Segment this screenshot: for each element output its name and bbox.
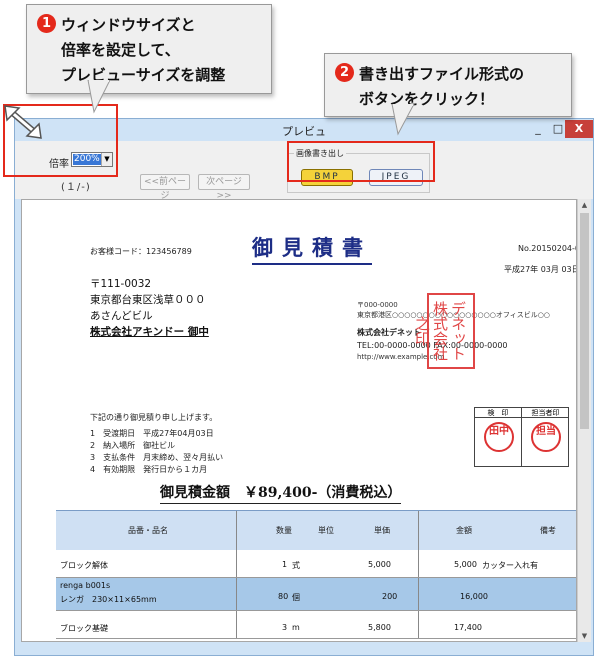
preview-window: プレビュ _ □ X 倍率 200% ▼ (１/-) <<前ページ 次ページ>>… <box>14 118 594 656</box>
scrollbar-thumb[interactable] <box>580 213 589 429</box>
resize-arrow-icon <box>4 105 42 139</box>
callout-1-pointer <box>87 80 111 114</box>
document-number: No.20150204-0 <box>518 244 577 253</box>
close-button[interactable]: X <box>565 120 593 138</box>
intro-text: 下記の通り御見積り申し上げます。 <box>90 413 218 422</box>
company-stamp: デネット 株式会社之印 <box>413 293 475 369</box>
issuer-company: 株式会社デネット <box>357 328 421 337</box>
col-note: 備考 <box>540 526 556 535</box>
document-preview[interactable]: 御見積書 お客様コード：123456789 No.20150204-0 平成27… <box>21 199 577 642</box>
callout-1-line-1: ウィンドウサイズと <box>61 16 196 34</box>
callout-2-number: 2 <box>335 63 354 82</box>
seal-table: 検 印 田中 担当者印 担当 <box>474 407 569 467</box>
table-row: ブロック解体 1 式 5,000 5,000 カッター入れ有 <box>56 550 576 578</box>
customer-code: お客様コード：123456789 <box>90 247 192 256</box>
term-4: 4 有効期限 発行日から１カ月 <box>90 465 208 474</box>
recipient-postal: 〒111-0032 <box>90 278 152 290</box>
items-table: 品番・品名 数量 単位 単価 金額 備考 ブロック解体 1 式 5,000 5,… <box>56 510 576 639</box>
callout-2-pointer <box>391 104 415 136</box>
term-1: 1 受渡期日 平成27年04月03日 <box>90 429 214 438</box>
term-3: 3 支払条件 月末締め、翌々月払い <box>90 453 224 462</box>
minimize-button[interactable]: _ <box>529 120 547 138</box>
issuer-postal: 〒000-0000 <box>357 301 398 309</box>
staff-seal: 担当 <box>531 422 561 452</box>
total-amount: 御見積金額 ￥89,400-（消費税込） <box>160 482 402 504</box>
recipient-building: あさんどビル <box>90 310 153 322</box>
seal-header-inspection: 検 印 <box>475 408 521 418</box>
page-indicator: (１/-) <box>61 182 91 193</box>
col-name: 品番・品名 <box>128 526 168 535</box>
export-highlight-box <box>287 141 435 182</box>
col-unit: 単位 <box>318 526 334 535</box>
prev-page-button[interactable]: <<前ページ <box>140 174 190 201</box>
term-2: 2 納入場所 御社ビル <box>90 441 176 450</box>
next-page-button[interactable]: 次ページ>> <box>198 174 250 201</box>
table-row: renga b001s レンガ 230×11×65mm 80 個 200 16,… <box>56 578 576 611</box>
callout-2-line-1: 書き出すファイル形式の <box>359 65 525 83</box>
callout-1-line-2: 倍率を設定して、 <box>61 41 180 59</box>
table-row: ブロック基礎 3 m 5,800 17,400 <box>56 611 576 639</box>
vertical-scrollbar[interactable]: ▲ ▼ <box>577 199 591 642</box>
document-title: 御見積書 <box>252 232 372 265</box>
col-qty: 数量 <box>276 526 292 535</box>
callout-1: 1 ウィンドウサイズと 倍率を設定して、 プレビューサイズを調整 <box>26 4 272 94</box>
recipient-address: 東京都台東区浅草０００ <box>90 294 206 306</box>
callout-2: 2 書き出すファイル形式の ボタンをクリック！ <box>324 53 572 117</box>
scroll-up-icon[interactable]: ▲ <box>578 199 591 211</box>
document-date: 平成27年 03月 03日 <box>504 265 577 274</box>
recipient-company: 株式会社アキンドー 御中 <box>90 326 209 338</box>
table-header: 品番・品名 数量 単位 単価 金額 備考 <box>56 510 576 550</box>
seal-header-staff: 担当者印 <box>522 408 569 418</box>
callout-1-number: 1 <box>37 14 56 33</box>
inspection-seal: 田中 <box>484 422 514 452</box>
scroll-down-icon[interactable]: ▼ <box>578 630 591 642</box>
col-price: 単価 <box>374 526 390 535</box>
col-amount: 金額 <box>456 526 472 535</box>
